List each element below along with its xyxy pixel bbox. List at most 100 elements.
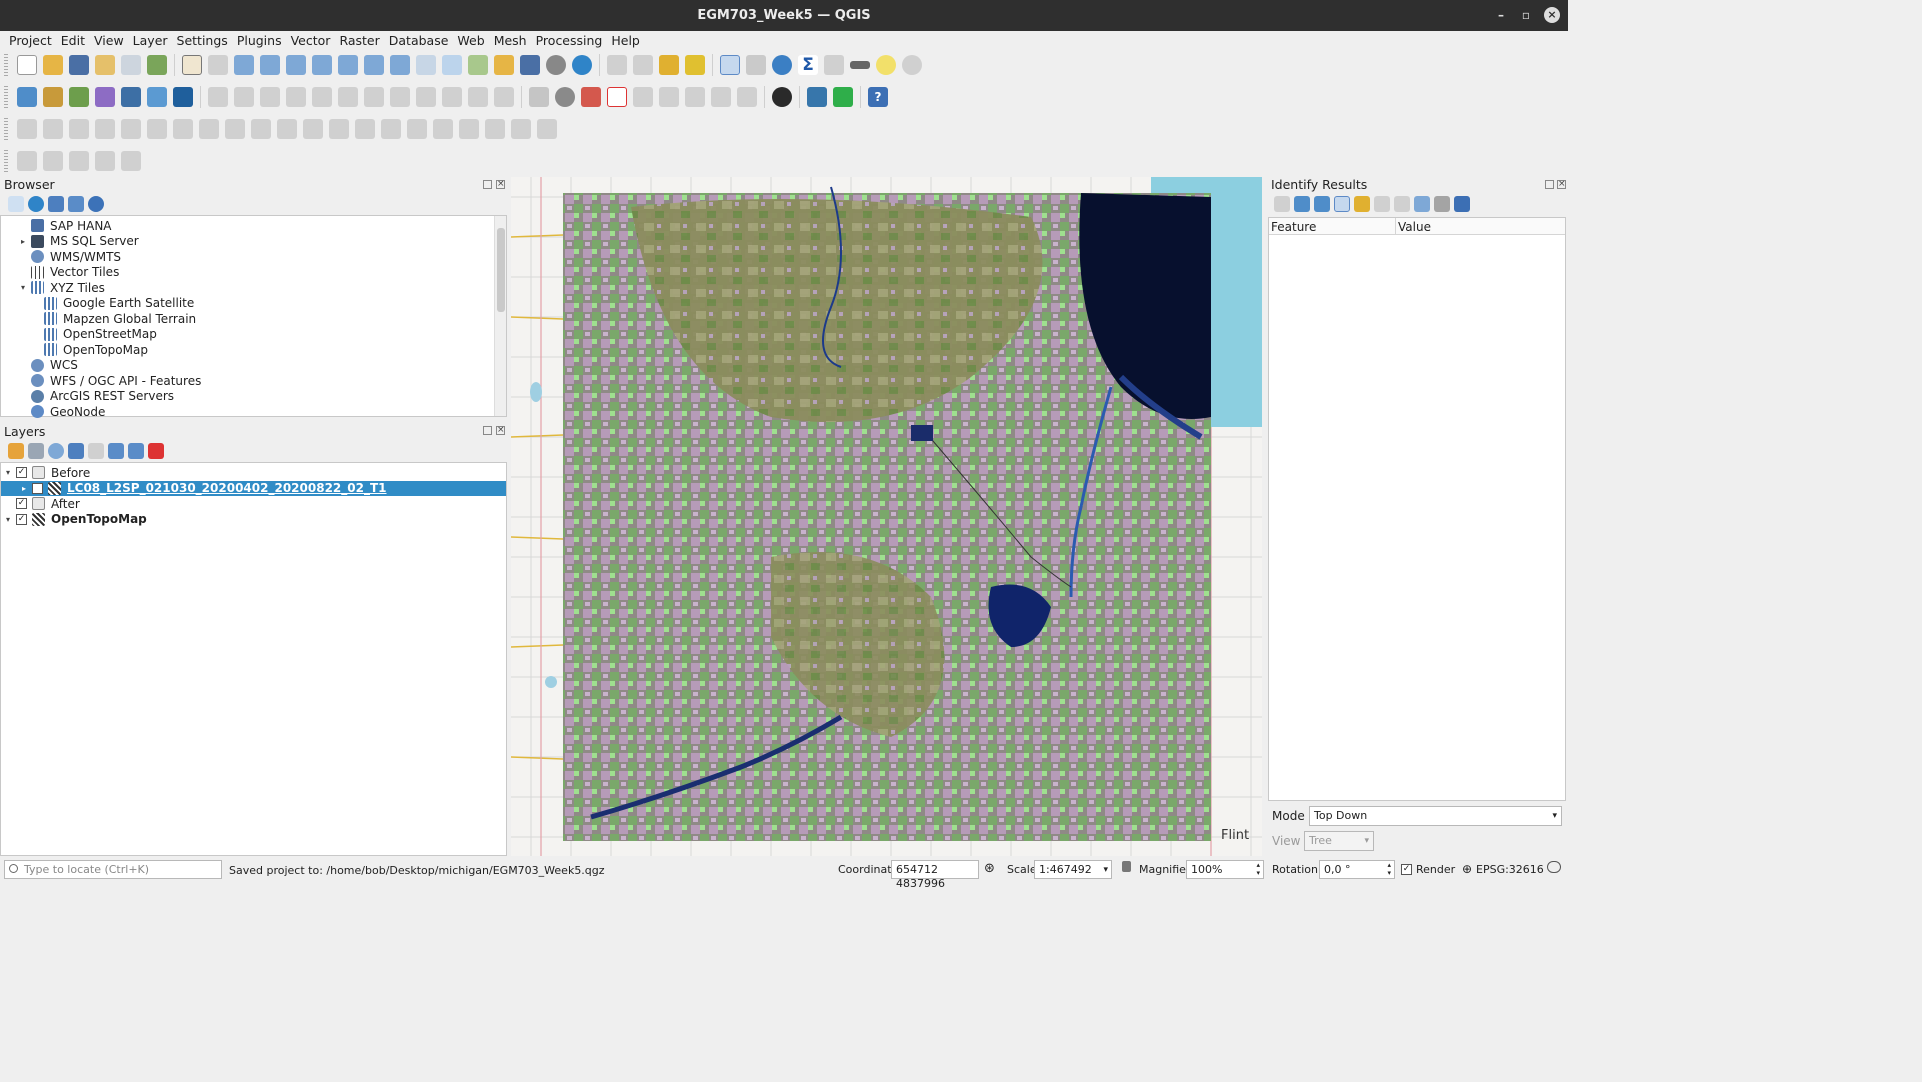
browser-item[interactable]: Mapzen Global Terrain [17,311,196,327]
undo-icon[interactable] [468,87,488,107]
browser-item[interactable]: WMS/WMTS [17,249,121,265]
pin-labels-icon[interactable] [633,87,653,107]
crs-button[interactable]: EPSG:32616 [1476,863,1544,876]
zoom-native-icon[interactable] [364,55,384,75]
magnifier-spinbox[interactable]: 100% ▴ ▾ [1186,860,1264,879]
label-toolbar-icon[interactable] [529,87,549,107]
layer-diagram-icon[interactable] [555,87,575,107]
menu-mesh[interactable]: Mesh [494,33,527,48]
move-label-icon[interactable] [685,87,705,107]
new-print-layout-icon[interactable] [95,55,115,75]
move-feature-icon[interactable] [407,119,427,139]
browser-item[interactable]: WFS / OGC API - Features [17,373,201,389]
menu-settings[interactable]: Settings [177,33,228,48]
deselect-features-icon[interactable] [659,55,679,75]
layout-manager-icon[interactable] [121,55,141,75]
expand-arrow-icon[interactable]: ▾ [21,283,31,292]
toggle-extents-icon[interactable]: ⊛ [984,861,995,876]
copy-move-icon[interactable] [433,119,453,139]
help-icon[interactable]: ? [868,87,888,107]
change-label-icon[interactable] [737,87,757,107]
new-spatialite-layer-icon[interactable] [95,87,115,107]
fill-ring-icon[interactable] [95,119,115,139]
render-checkbox[interactable]: ✓ [1401,864,1412,875]
copy-features-icon[interactable] [416,87,436,107]
rotation-stepper-icon[interactable]: ▴ ▾ [1387,861,1391,877]
new-temporary-layer-icon[interactable] [121,87,141,107]
copy-feature-icon[interactable] [1374,196,1390,212]
new-map-view-icon[interactable] [442,55,462,75]
add-feature-icon[interactable] [286,87,306,107]
add-group-icon[interactable] [28,443,44,459]
pan-hand-icon[interactable] [182,55,202,75]
scale-feature-icon[interactable] [485,119,505,139]
expand-all-icon[interactable] [108,443,124,459]
mode-dropdown[interactable]: Top Down ▾ [1309,806,1562,826]
float-layers-icon[interactable] [483,426,492,435]
menu-database[interactable]: Database [389,33,449,48]
browser-item[interactable]: WCS [17,358,78,374]
trim-extend-icon[interactable] [537,119,557,139]
menu-help[interactable]: Help [611,33,640,48]
processing-toolbox-icon[interactable] [772,55,792,75]
menu-layer[interactable]: Layer [133,33,168,48]
zoom-to-selection-icon[interactable] [312,55,332,75]
rotate-symbols-icon[interactable] [329,119,349,139]
select-features-icon[interactable] [607,55,627,75]
statistical-summary-icon[interactable]: Σ [798,55,818,75]
expand-all-results-icon[interactable] [1334,196,1350,212]
manage-map-themes-icon[interactable] [48,443,64,459]
menu-edit[interactable]: Edit [61,33,85,48]
show-bookmarks-icon[interactable] [520,55,540,75]
identify-features-icon[interactable] [720,55,740,75]
edit-pencil-icon[interactable] [208,87,228,107]
merge-attributes-icon[interactable] [303,119,323,139]
python-console-icon[interactable] [807,87,827,107]
profile-tool-icon[interactable] [833,87,853,107]
browser-item[interactable]: ▸ MS SQL Server [17,234,139,250]
attribute-table-icon[interactable] [824,55,844,75]
menu-vector[interactable]: Vector [291,33,331,48]
save-edits-icon[interactable] [260,87,280,107]
new-bookmark-icon[interactable] [494,55,514,75]
delete-selected-icon[interactable] [364,87,384,107]
add-raster-icon[interactable] [147,87,167,107]
view-dropdown[interactable]: Tree ▾ [1304,831,1374,851]
modify-attributes-icon[interactable] [338,87,358,107]
select-by-value-icon[interactable] [633,55,653,75]
toggle-editing-icon[interactable] [234,87,254,107]
properties-info-icon[interactable] [88,196,104,212]
new-shapefile-layer-icon[interactable] [69,87,89,107]
layer-visibility-checkbox[interactable]: ✓ [16,513,27,525]
expand-arrow-icon[interactable]: ▾ [6,468,16,477]
browser-item[interactable]: SAP HANA [17,218,112,234]
scale-combobox[interactable]: 1:467492 ▾ [1034,860,1112,879]
zoom-out-icon[interactable] [260,55,280,75]
feature-column-header[interactable]: Feature [1271,220,1316,234]
temporal-controller-icon[interactable] [546,55,566,75]
layer-item[interactable]: ▾ ✓ Before [1,465,506,481]
snapping-icon[interactable] [17,151,37,171]
refresh-icon[interactable] [572,55,592,75]
new-3d-map-view-icon[interactable] [468,55,488,75]
expand-arrow-icon[interactable]: ▸ [21,237,31,246]
menu-view[interactable]: View [94,33,124,48]
add-ring-icon[interactable] [43,119,63,139]
browser-item[interactable]: GeoNode [17,404,105,420]
rotate-feature-icon[interactable] [459,119,479,139]
rotation-spinbox[interactable]: 0,0 ° ▴ ▾ [1319,860,1395,879]
identify-select-mode-icon[interactable] [1414,196,1430,212]
filter-legend-icon[interactable] [68,443,84,459]
layer-item[interactable]: ▾ ✓ OpenTopoMap [1,512,506,528]
value-column-header[interactable]: Value [1398,220,1431,234]
print-results-icon[interactable] [1394,196,1410,212]
vertex-tool-icon[interactable] [312,87,332,107]
digitize-icon[interactable] [17,119,37,139]
browser-item[interactable]: ▾ XYZ Tiles [17,280,105,296]
tracing-icon[interactable] [121,151,141,171]
open-project-icon[interactable] [43,55,63,75]
expand-new-results-icon[interactable] [1294,196,1310,212]
offset-curve-icon[interactable] [199,119,219,139]
collapse-all-icon[interactable] [68,196,84,212]
filter-by-expression-icon[interactable] [88,443,104,459]
